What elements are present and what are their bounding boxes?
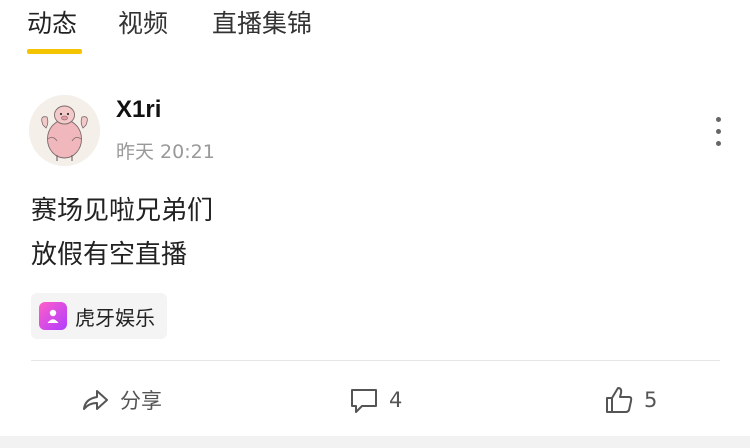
tab-live-highlights[interactable]: 直播集锦 [212,4,312,44]
avatar[interactable] [29,95,100,166]
more-options-icon[interactable] [708,114,728,150]
post-timestamp: 昨天 20:21 [116,141,215,163]
bottom-separator [0,436,750,448]
like-button[interactable]: 5 [604,380,657,420]
post-line: 赛场见啦兄弟们 [31,196,214,226]
comment-count: 4 [389,388,403,412]
username[interactable]: X1ri [116,96,161,124]
divider [31,360,720,361]
tab-dynamic[interactable]: 动态 [27,4,77,44]
huya-app-icon [39,302,67,330]
post-content: 赛场见啦兄弟们 放假有空直播 [31,189,213,277]
pig-avatar-icon [29,95,100,166]
active-tab-indicator [27,49,82,54]
topic-tag-label: 虎牙娱乐 [75,305,155,330]
tab-bar: 动态 视频 直播集锦 [0,0,750,60]
post-line: 放假有空直播 [31,240,188,270]
share-icon [83,390,108,410]
share-label: 分享 [120,389,162,413]
topic-tag[interactable]: 虎牙娱乐 [31,293,167,339]
comment-button[interactable]: 4 [349,380,402,420]
comment-icon [351,389,377,413]
thumbs-up-icon [606,387,633,413]
like-count: 5 [644,388,658,412]
share-button[interactable]: 分享 [80,380,162,420]
tab-videos[interactable]: 视频 [118,4,168,44]
